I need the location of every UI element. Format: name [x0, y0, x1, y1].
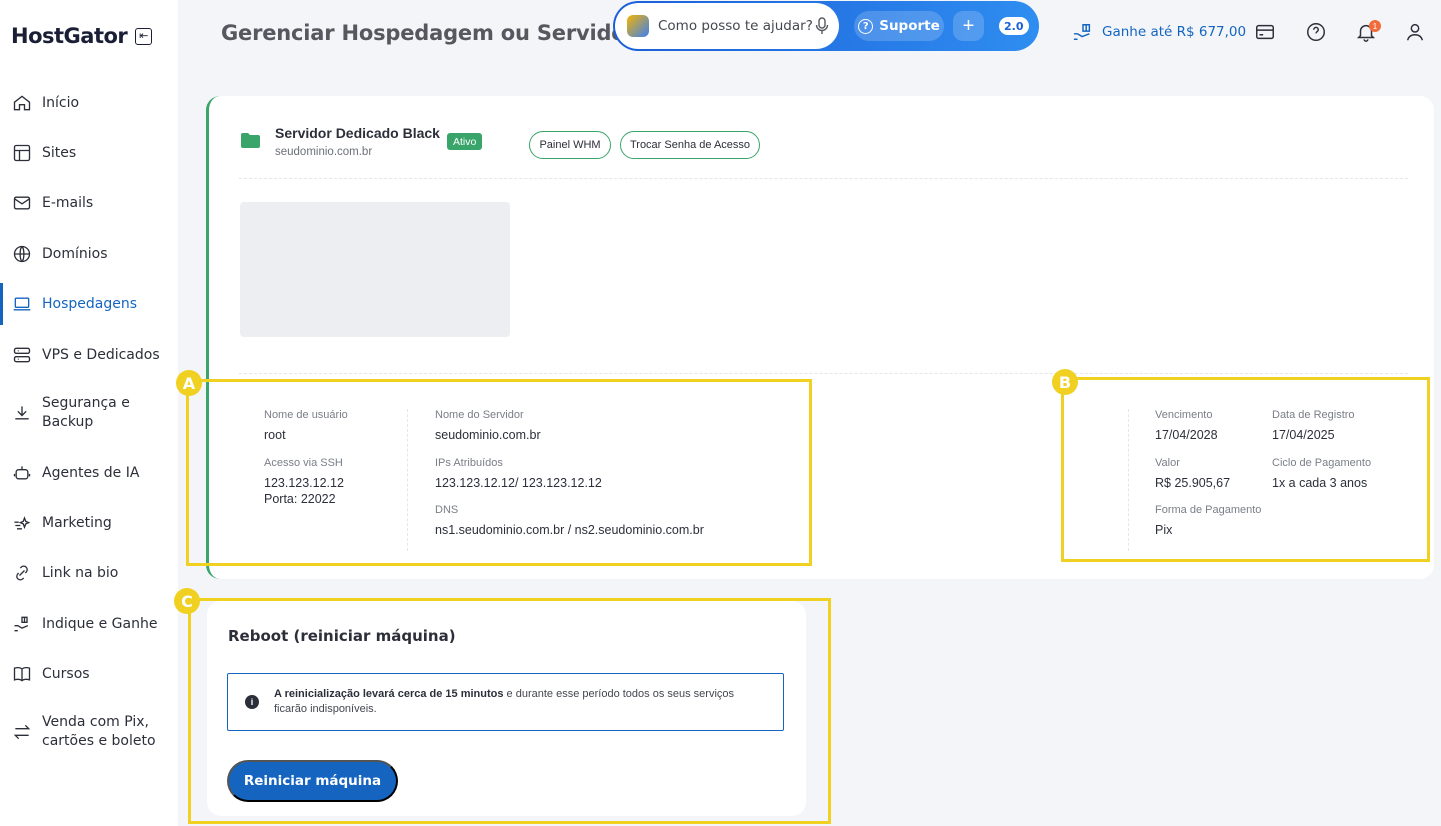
annotation-marker-c: C [174, 588, 200, 614]
annotation-box-c [188, 598, 831, 824]
divider [239, 373, 1408, 374]
support-label: Suporte [879, 18, 940, 34]
user-icon[interactable] [1404, 21, 1426, 43]
assistant-placeholder: Como posso te ajudar? [658, 18, 813, 34]
sidebar-item-agentes[interactable]: Agentes de IA [0, 462, 178, 484]
server-image-placeholder [240, 202, 510, 337]
change-password-button[interactable]: Trocar Senha de Acesso [620, 131, 760, 159]
layout-icon [11, 142, 33, 164]
add-button[interactable]: + [953, 11, 984, 41]
sidebar-item-emails[interactable]: E-mails [0, 192, 178, 214]
sidebar-item-label-line2: Backup [42, 414, 94, 430]
page-title: Gerenciar Hospedagem ou Servidor [221, 21, 636, 45]
sidebar-item-label: Indique e Ganhe [42, 615, 158, 632]
sidebar-item-seguranca[interactable]: Segurança e Backup [0, 394, 178, 432]
sidebar-item-indique[interactable]: Indique e Ganhe [0, 613, 178, 635]
sidebar-item-sites[interactable]: Sites [0, 142, 178, 164]
sidebar-item-label-line1: Venda com Pix, [42, 714, 150, 730]
sidebar-item-label: Segurança e Backup [42, 394, 130, 432]
sidebar-item-vps[interactable]: VPS e Dedicados [0, 344, 178, 366]
book-icon [11, 663, 33, 685]
mail-icon [11, 192, 33, 214]
sidebar-item-label-line1: Segurança e [42, 395, 130, 411]
transfer-icon [11, 721, 33, 743]
server-name: Servidor Dedicado Black [275, 125, 440, 141]
robot-icon [11, 462, 33, 484]
assistant-input[interactable]: Como posso te ajudar? [615, 3, 839, 49]
hand-gift-icon [1073, 24, 1091, 40]
download-icon [11, 402, 33, 424]
sidebar-item-label: E-mails [42, 194, 94, 211]
server-domain: seudominio.com.br [275, 146, 373, 158]
sidebar-item-label: Domínios [42, 245, 108, 262]
sidebar-item-label: Início [42, 94, 80, 111]
folder-icon [241, 133, 260, 148]
sidebar-item-dominios[interactable]: Domínios [0, 243, 178, 265]
globe-icon [11, 243, 33, 265]
sidebar-item-label: Cursos [42, 665, 90, 682]
sidebar: HostGator ⇤ Início Sites E-mails Domínio… [0, 0, 178, 826]
sidebar-item-hospedagens[interactable]: Hospedagens [0, 283, 178, 325]
sidebar-item-label: Link na bio [42, 564, 119, 581]
support-button[interactable]: ? Suporte [854, 11, 944, 41]
annotation-marker-b: B [1052, 369, 1078, 395]
help-icon[interactable] [1305, 21, 1327, 43]
help-icon: ? [858, 18, 874, 34]
sidebar-item-label: Hospedagens [42, 295, 138, 312]
whm-panel-button[interactable]: Painel WHM [529, 131, 611, 159]
referral-label: Ganhe até R$ 677,00 [1102, 24, 1247, 40]
divider [239, 178, 1408, 179]
link-icon [11, 562, 33, 584]
sidebar-item-label: Venda com Pix, cartões e boleto [42, 713, 156, 751]
sidebar-item-inicio[interactable]: Início [0, 92, 178, 114]
hand-gift-icon [11, 613, 33, 635]
collapse-sidebar-icon[interactable]: ⇤ [135, 27, 153, 45]
sidebar-item-label: VPS e Dedicados [42, 346, 160, 363]
sidebar-item-linkbio[interactable]: Link na bio [0, 562, 178, 584]
home-icon [11, 92, 33, 114]
assistant-logo-icon [627, 15, 649, 37]
laptop-icon [11, 293, 33, 315]
version-badge[interactable]: 2.0 [999, 17, 1029, 35]
status-badge: Ativo [447, 133, 483, 150]
referral-link[interactable]: Ganhe até R$ 677,00 [1072, 22, 1246, 42]
sidebar-item-cursos[interactable]: Cursos [0, 663, 178, 685]
sidebar-item-label-line2: cartões e boleto [42, 733, 156, 749]
sidebar-item-marketing[interactable]: Marketing [0, 512, 178, 534]
server-icon [11, 344, 33, 366]
annotation-box-a [186, 379, 812, 566]
sparkles-icon [11, 512, 33, 534]
brand-name: HostGator [11, 24, 128, 48]
notification-badge: 1 [1369, 20, 1381, 32]
sidebar-item-label: Agentes de IA [42, 464, 140, 481]
brand-logo[interactable]: HostGator ⇤ [11, 24, 153, 48]
sidebar-item-venda[interactable]: Venda com Pix, cartões e boleto [0, 713, 178, 751]
sidebar-item-label: Marketing [42, 514, 112, 531]
assistant-bar: Como posso te ajudar? ? Suporte + 2.0 [613, 1, 1039, 51]
annotation-marker-a: A [176, 370, 202, 396]
credit-card-icon[interactable] [1254, 21, 1276, 43]
microphone-icon[interactable] [815, 17, 829, 35]
sidebar-item-label: Sites [42, 144, 77, 161]
annotation-box-b [1061, 377, 1430, 562]
